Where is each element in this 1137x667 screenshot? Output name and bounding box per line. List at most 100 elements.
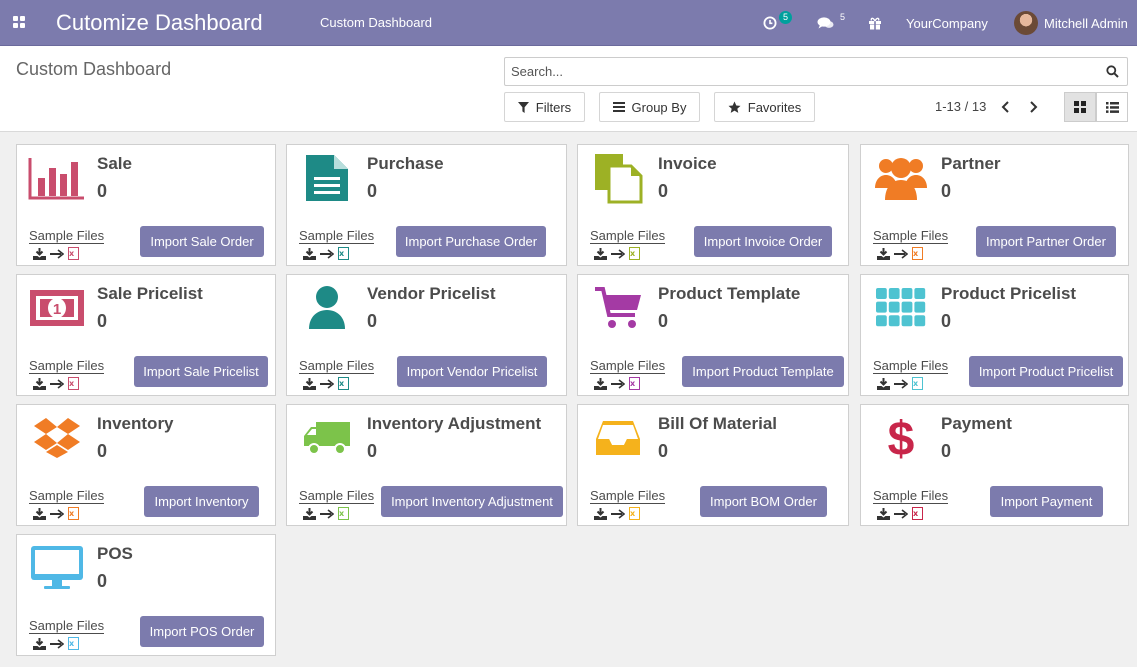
sample-files-label: Sample Files [29,358,105,374]
truck-icon [297,411,357,465]
bars-icon [612,102,625,112]
import-button[interactable]: Import Partner Order [976,226,1116,257]
excel-file-icon[interactable]: x [68,507,79,520]
excel-file-icon[interactable]: x [68,377,79,390]
download-icon[interactable] [303,377,316,390]
sample-file-links: x [594,377,644,390]
sample-file-links: x [877,507,927,520]
excel-file-icon[interactable]: x [68,637,79,650]
import-button[interactable]: Import Invoice Order [694,226,832,257]
sample-file-links: x [877,247,927,260]
search-input[interactable] [505,58,1085,85]
download-icon[interactable] [594,377,607,390]
dashboard-card-payment: $ Payment 0 Sample Files x Import Paymen… [860,404,1129,526]
pager-value[interactable]: 1-13 / 13 [935,99,986,114]
sample-file-links: x [33,377,83,390]
list-view-button[interactable] [1096,92,1128,122]
download-icon[interactable] [877,247,890,260]
dashboard-card-sale-pricelist: 1 Sale Pricelist 0 Sample Files x Import… [16,274,276,396]
download-icon[interactable] [594,507,607,520]
gift-button[interactable] [868,13,882,33]
sample-files-label: Sample Files [590,358,666,374]
search-icon[interactable] [1106,65,1119,78]
gift-icon [869,17,881,30]
download-icon[interactable] [33,377,46,390]
card-title: Inventory Adjustment [367,414,542,433]
download-icon[interactable] [33,637,46,650]
import-button[interactable]: Import Vendor Pricelist [397,356,547,387]
card-title: POS [97,544,133,563]
activity-button[interactable]: 5 [763,10,792,33]
card-count: 0 [367,311,378,331]
dashboard-card-bill-of-material: Bill Of Material 0 Sample Files x Import… [577,404,849,526]
excel-file-icon[interactable]: x [338,507,349,520]
card-title: Invoice [658,154,717,173]
card-count: 0 [367,181,378,201]
user-icon [297,281,357,335]
dashboard-card-vendor-pricelist: Vendor Pricelist 0 Sample Files x Import… [286,274,567,396]
excel-file-icon[interactable]: x [912,377,923,390]
import-button[interactable]: Import Inventory [144,486,259,517]
sample-file-links: x [877,377,927,390]
sample-files-label: Sample Files [29,618,105,634]
sample-files-label: Sample Files [29,488,105,504]
arrow-right-icon [320,508,334,519]
card-count: 0 [97,571,108,591]
import-button[interactable]: Import Purchase Order [396,226,546,257]
excel-file-icon[interactable]: x [912,247,923,260]
favorites-button[interactable]: Favorites [714,92,815,122]
company-switcher[interactable]: YourCompany [906,13,988,33]
control-panel: Custom Dashboard Filters Group By Favori… [0,46,1137,132]
sample-file-links: x [303,377,353,390]
menu-item-custom-dashboard[interactable]: Custom Dashboard [320,15,432,30]
bar-chart-icon [27,151,87,205]
download-icon[interactable] [594,247,607,260]
breadcrumb: Custom Dashboard [16,59,172,79]
card-count: 0 [658,181,669,201]
import-button[interactable]: Import Payment [990,486,1103,517]
download-icon[interactable] [33,507,46,520]
import-button[interactable]: Import Sale Order [140,226,264,257]
app-title: Cutomize Dashboard [56,10,263,35]
excel-file-icon[interactable]: x [338,377,349,390]
card-title: Payment [941,414,1012,433]
import-button[interactable]: Import Inventory Adjustment [381,486,563,517]
apps-menu-icon[interactable] [13,16,27,30]
group-by-label: Group By [631,99,687,115]
users-icon [871,151,931,205]
filters-button[interactable]: Filters [504,92,585,122]
download-icon[interactable] [33,247,46,260]
import-button[interactable]: Import Product Template [682,356,844,387]
sample-files-label: Sample Files [873,228,949,244]
arrow-right-icon [320,378,334,389]
sample-file-links: x [594,507,644,520]
sample-file-links: x [33,637,83,650]
copy-files-icon [588,151,648,205]
download-icon[interactable] [877,377,890,390]
download-icon[interactable] [877,507,890,520]
dashboard-card-purchase: Purchase 0 Sample Files x Import Purchas… [286,144,567,266]
chevron-left-icon[interactable] [1000,100,1012,114]
excel-file-icon[interactable]: x [912,507,923,520]
chevron-right-icon[interactable] [1027,100,1039,114]
import-button[interactable]: Import POS Order [140,616,264,647]
download-icon[interactable] [303,507,316,520]
dashboard-card-invoice: Invoice 0 Sample Files x Import Invoice … [577,144,849,266]
money-bill-icon: 1 [27,281,87,335]
messages-button[interactable]: 5 [817,12,849,33]
import-button[interactable]: Import BOM Order [700,486,827,517]
excel-file-icon[interactable]: x [629,247,640,260]
monitor-icon [27,541,87,595]
excel-file-icon[interactable]: x [338,247,349,260]
kanban-view-button[interactable] [1064,92,1096,122]
card-count: 0 [97,441,108,461]
user-menu[interactable]: Mitchell Admin [1014,10,1128,36]
import-button[interactable]: Import Sale Pricelist [134,356,268,387]
excel-file-icon[interactable]: x [629,377,640,390]
excel-file-icon[interactable]: x [629,507,640,520]
group-by-button[interactable]: Group By [599,92,700,122]
import-button[interactable]: Import Product Pricelist [969,356,1123,387]
excel-file-icon[interactable]: x [68,247,79,260]
download-icon[interactable] [303,247,316,260]
card-title: Bill Of Material [658,414,778,433]
